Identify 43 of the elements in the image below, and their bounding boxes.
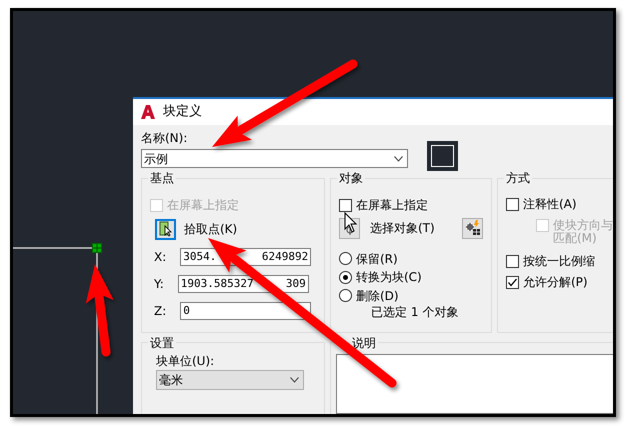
coordinate-label: X: [154, 250, 166, 264]
checkbox-label: 注释性(A) [523, 198, 577, 211]
app-logo-icon [141, 105, 155, 119]
name-combo[interactable]: 示例 [141, 149, 408, 168]
group-title: 方式 [505, 172, 531, 184]
group-title: 设置 [149, 336, 175, 349]
checkbox-label: 在屏幕上指定 [167, 198, 239, 213]
coordinate-label: Z: [154, 304, 166, 318]
group-title: 基点 [149, 172, 175, 184]
selection-count: 已选定 1 个对象 [371, 304, 460, 320]
preview-thumbnail [427, 141, 458, 172]
checkbox[interactable] [506, 198, 519, 212]
checkbox[interactable] [339, 199, 352, 212]
radio-button[interactable] [339, 270, 352, 284]
checkbox-label: 匹配(M) [553, 232, 598, 245]
checkbox-label: 允许分解(P) [523, 276, 588, 288]
radio-label: 删除(D) [356, 288, 399, 303]
checkbox-label: 按统一比例缩 [523, 254, 595, 268]
select-objects-label[interactable]: 选择对象(T) [370, 221, 435, 236]
quick-select-button[interactable] [462, 218, 483, 239]
description-field[interactable] [336, 354, 613, 414]
group-title: 对象 [338, 172, 364, 184]
radio-button[interactable] [339, 289, 352, 302]
coordinate-field[interactable]: 0 [180, 302, 312, 320]
radio-button[interactable] [339, 252, 352, 266]
checkbox-label: 使块方向与 [553, 219, 613, 232]
cursor-icon [344, 212, 358, 233]
coordinate-label: Y: [154, 276, 164, 291]
name-label: 名称(N): [141, 131, 188, 146]
pick-point-label[interactable]: 拾取点(K) [184, 222, 238, 236]
pick-point-button[interactable] [155, 218, 176, 240]
chevron-down-icon [290, 377, 299, 384]
unit-dropdown[interactable]: 毫米 [156, 370, 304, 390]
group-title: 说明 [351, 336, 377, 349]
checkbox-label: 在屏幕上指定 [356, 198, 428, 213]
window-title: 块定义 [163, 104, 202, 120]
checkbox[interactable] [506, 254, 519, 268]
radio-label: 保留(R) [356, 252, 398, 266]
chevron-down-icon [394, 156, 403, 162]
grip-icon[interactable] [92, 243, 102, 253]
radio-label: 转换为块(C) [356, 270, 422, 285]
checkbox[interactable] [506, 276, 519, 289]
unit-label: 块单位(U): [156, 354, 216, 368]
